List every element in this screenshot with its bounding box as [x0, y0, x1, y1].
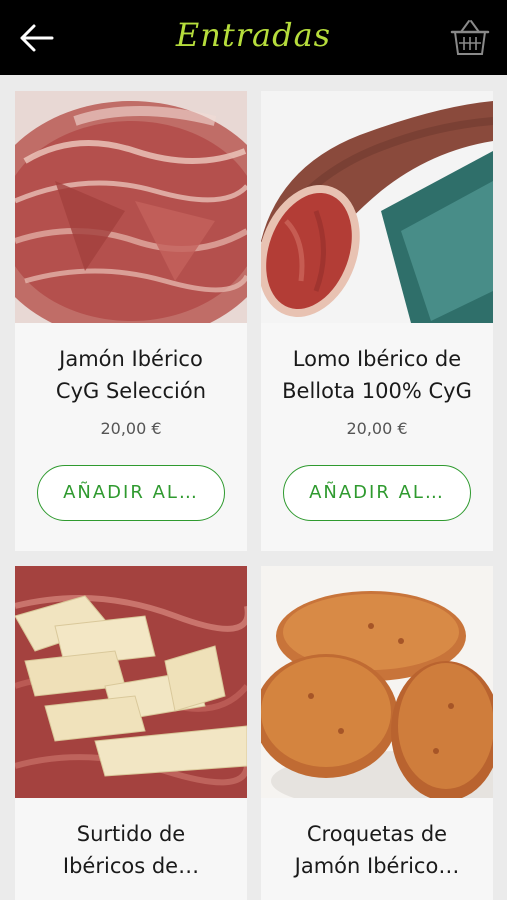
cart-button[interactable]	[449, 18, 491, 58]
basket-icon	[450, 20, 490, 55]
product-name: Lomo Ibérico de Bellota 100% CyG	[282, 347, 472, 403]
product-image-croquettes[interactable]	[261, 566, 493, 798]
page-title: Entradas	[175, 16, 332, 54]
add-to-cart-button[interactable]: AÑADIR AL…	[37, 465, 225, 521]
product-card[interactable]: Jamón Ibérico CyG Selección 20,00 € AÑAD…	[15, 91, 247, 551]
product-card[interactable]: Lomo Ibérico de Bellota 100% CyG 20,00 €…	[261, 91, 493, 551]
product-price: 20,00 €	[346, 419, 408, 438]
product-card[interactable]: Croquetas de Jamón Ibérico…	[261, 566, 493, 900]
product-name: Croquetas de Jamón Ibérico…	[294, 822, 460, 878]
product-name: Surtido de Ibéricos de…	[62, 822, 200, 878]
product-name: Jamón Ibérico CyG Selección	[55, 347, 207, 403]
add-to-cart-button[interactable]: AÑADIR AL…	[283, 465, 471, 521]
product-image-sliced-ham[interactable]	[15, 91, 247, 323]
product-card[interactable]: Surtido de Ibéricos de…	[15, 566, 247, 900]
product-image-iberian-assortment[interactable]	[15, 566, 247, 798]
product-price: 20,00 €	[100, 419, 162, 438]
product-image-cured-loin[interactable]	[261, 91, 493, 323]
top-app-bar: Entradas	[0, 0, 507, 75]
product-grid: Jamón Ibérico CyG Selección 20,00 € AÑAD…	[0, 75, 507, 900]
